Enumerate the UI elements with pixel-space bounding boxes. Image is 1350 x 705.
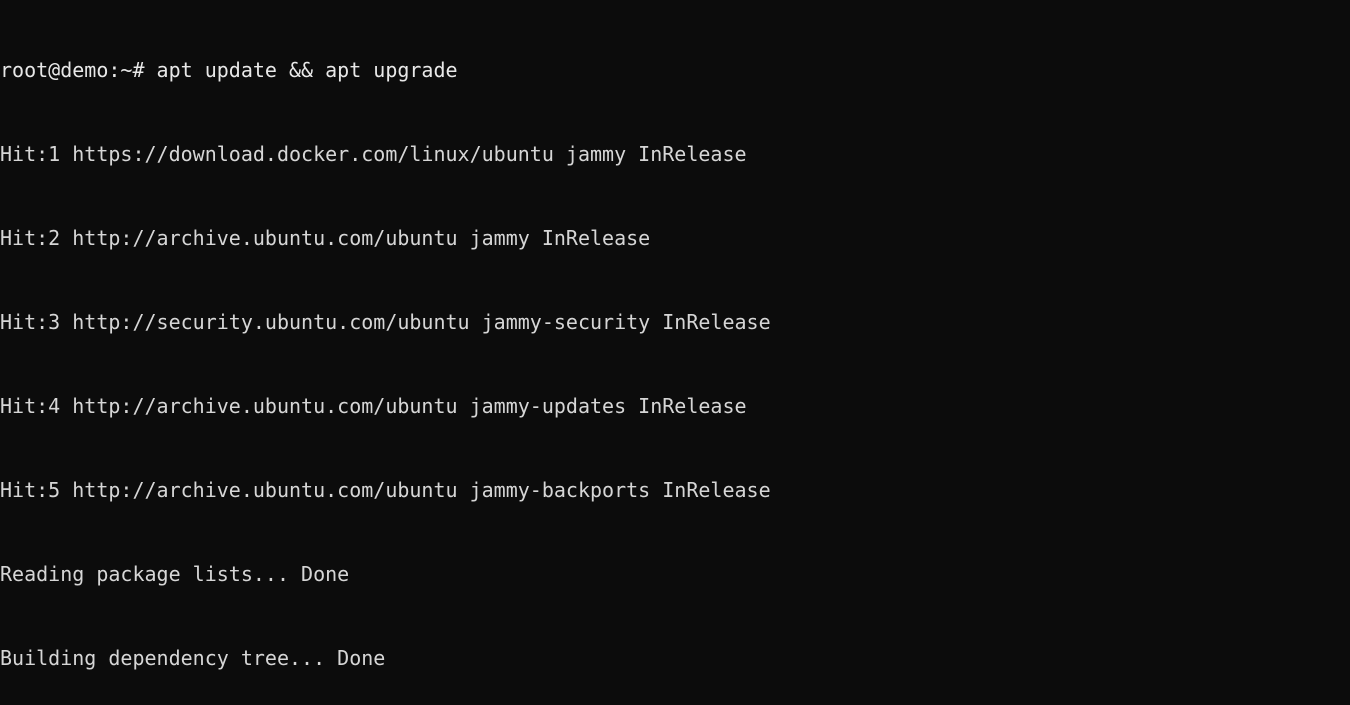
terminal-line-hit-3: Hit:3 http://security.ubuntu.com/ubuntu … xyxy=(0,310,771,334)
terminal-line-reading-package-lists-1: Reading package lists... Done xyxy=(0,562,350,586)
terminal-output[interactable]: root@demo:~# apt update && apt upgrade H… xyxy=(0,0,1350,705)
terminal-line-hit-4: Hit:4 http://archive.ubuntu.com/ubuntu j… xyxy=(0,394,747,418)
terminal-line-building-dependency-tree-1: Building dependency tree... Done xyxy=(0,646,386,670)
terminal-line-command: root@demo:~# apt update && apt upgrade xyxy=(0,58,458,82)
terminal-line-hit-2: Hit:2 http://archive.ubuntu.com/ubuntu j… xyxy=(0,226,651,250)
terminal-line-hit-5: Hit:5 http://archive.ubuntu.com/ubuntu j… xyxy=(0,478,771,502)
terminal-line-hit-1: Hit:1 https://download.docker.com/linux/… xyxy=(0,142,747,166)
